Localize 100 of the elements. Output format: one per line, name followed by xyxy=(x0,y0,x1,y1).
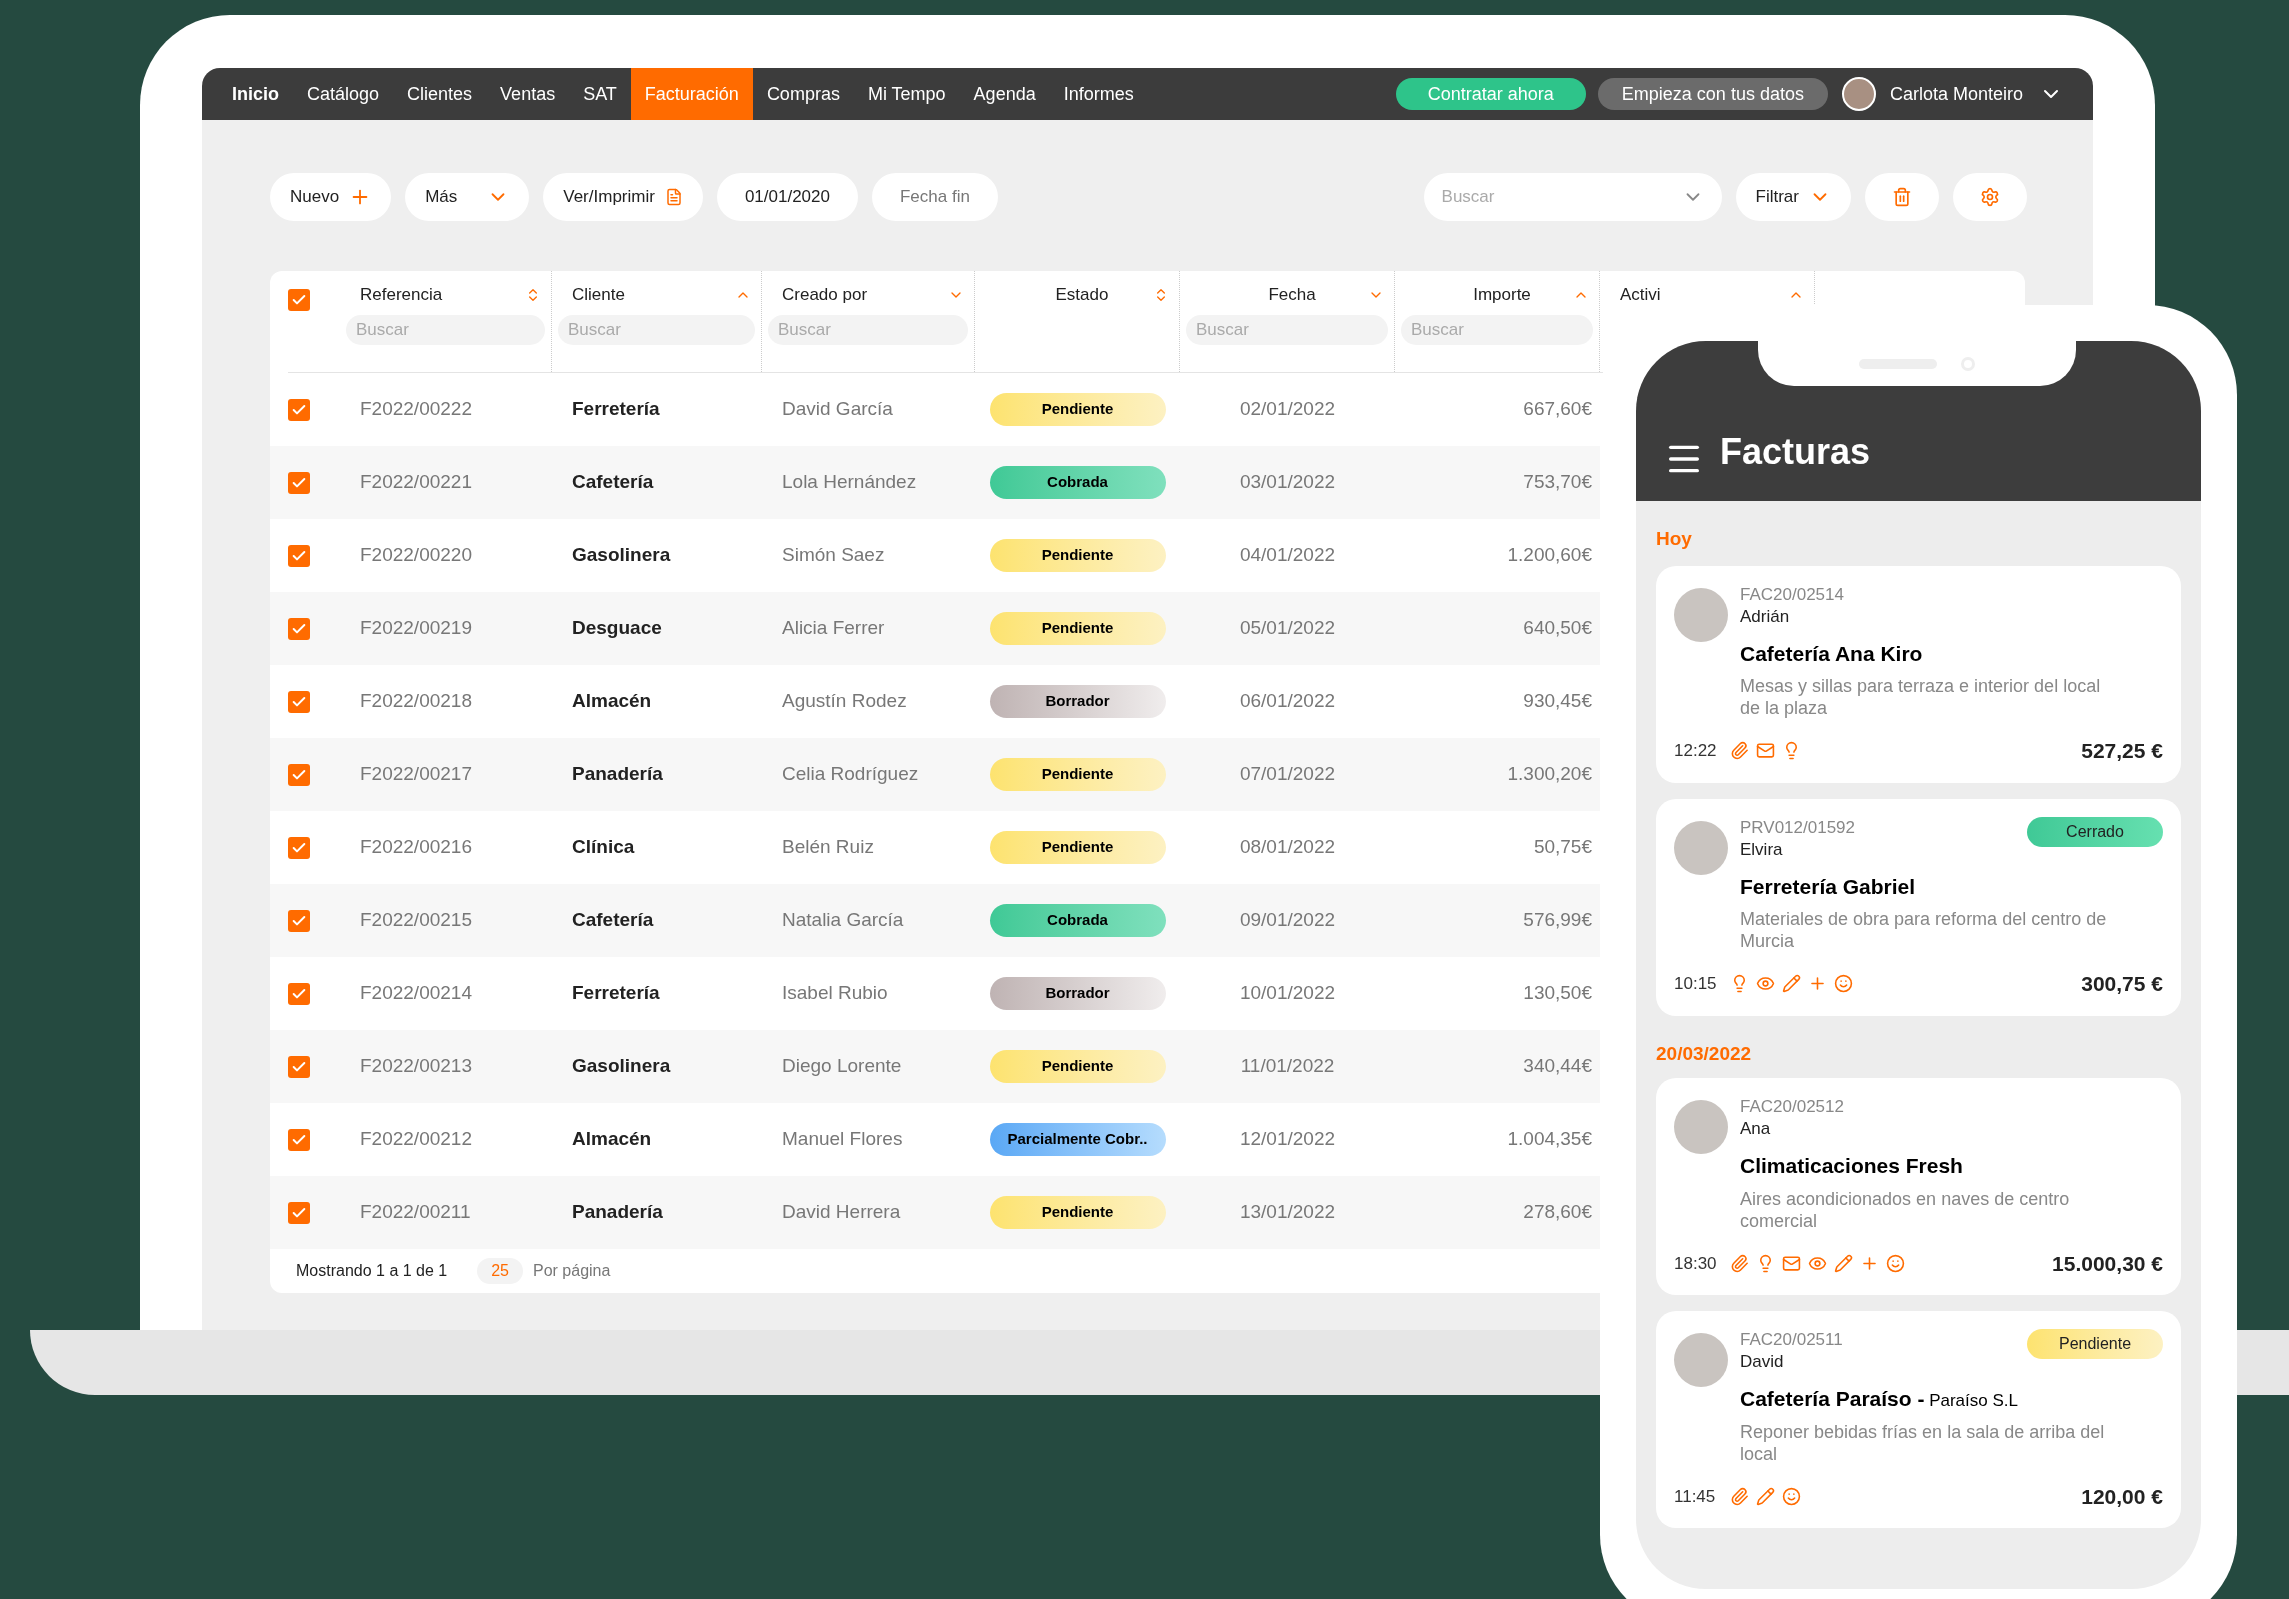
status-badge: Pendiente xyxy=(989,831,1166,864)
table-cell-text: 1.300,20€ xyxy=(1506,762,1592,787)
column-header: Fecha xyxy=(1268,284,1316,307)
avatar xyxy=(1674,820,1728,875)
invoice-number: FAC20/02512 xyxy=(1740,1096,1844,1118)
card-title: Climaticaciones Fresh xyxy=(1740,1153,1964,1179)
table-cell-text: 1.004,35€ xyxy=(1506,1127,1592,1152)
column-header: Referencia xyxy=(360,284,443,307)
table-cell-text: F2022/00219 xyxy=(360,616,473,641)
table-cell-text: Ferretería xyxy=(572,397,661,422)
pencil-icon[interactable] xyxy=(1834,1253,1853,1273)
checkbox[interactable] xyxy=(288,690,310,713)
paperclip-icon[interactable] xyxy=(1730,1253,1749,1273)
mail-icon[interactable] xyxy=(1782,1253,1801,1273)
card-amount: 300,75 € xyxy=(2081,971,2163,997)
user-name[interactable]: Carlota Monteiro xyxy=(1889,80,2023,108)
card-time: 18:30 xyxy=(1674,1252,1718,1275)
status-badge: Pendiente xyxy=(2027,1329,2163,1359)
person-name: Adrián xyxy=(1740,605,1791,628)
table-cell-text: Clínica xyxy=(572,835,636,860)
nav-tab[interactable]: Catálogo xyxy=(293,68,394,120)
card-description: Mesas y sillas para terraza e interior del local de la plaza xyxy=(1740,675,2102,719)
checkbox[interactable] xyxy=(288,544,310,567)
filter-button[interactable]: Filtrar xyxy=(1735,173,1851,221)
invoice-card[interactable]: PRV012/01592 Elvira Cerrado Ferretería Gabriel Materiales de obra para reforma del centro de Murcia 10:15 300,75 € xyxy=(1656,798,2181,1016)
invoice-card[interactable]: FAC20/02511 David Pendiente Cafetería Paraíso - Paraíso S.L Reponer bebidas frías en la sala de arriba del local 11:45 120,00 € xyxy=(1656,1311,2181,1528)
table-cell-text: F2022/00214 xyxy=(360,981,473,1006)
table-cell-text: 1.200,60€ xyxy=(1506,543,1592,568)
status-badge: Cerrado xyxy=(2027,816,2163,847)
invoice-card[interactable]: FAC20/02512 Ana Climaticaciones Fresh Aires acondicionados en naves de centro comercial 18:30 15.000,30 € xyxy=(1656,1078,2181,1295)
nav-tab[interactable]: Inicio xyxy=(218,68,293,120)
paperclip-icon[interactable] xyxy=(1730,1486,1749,1506)
table-cell-text: F2022/00216 xyxy=(360,835,473,860)
start-date-field[interactable]: 01/01/2020 xyxy=(716,173,858,221)
pencil-icon[interactable] xyxy=(1782,974,1801,994)
table-cell-text: 07/01/2022 xyxy=(1238,762,1337,787)
status-badge: Pendiente xyxy=(989,758,1166,791)
status-badge: Cobrada xyxy=(989,904,1166,937)
table-cell-text: Almacén xyxy=(572,689,653,714)
checkbox[interactable] xyxy=(288,1055,310,1078)
card-title: Ferretería Gabriel xyxy=(1740,873,1917,900)
table-cell-text: Gasolinera xyxy=(572,543,672,568)
nav-tab[interactable]: Informes xyxy=(1049,68,1148,120)
checkbox[interactable] xyxy=(288,289,310,311)
table-cell-text: 02/01/2022 xyxy=(1238,397,1337,422)
column-header: Importe xyxy=(1473,284,1531,307)
pagination-summary: Mostrando 1 a 1 de 1 xyxy=(296,1261,448,1281)
user-avatar[interactable] xyxy=(1841,77,1876,111)
nav-tab[interactable]: Agenda xyxy=(959,68,1050,120)
card-amount: 527,25 € xyxy=(2081,738,2163,764)
pencil-icon[interactable] xyxy=(1756,1486,1775,1506)
table-cell-text: Cafetería xyxy=(572,908,655,933)
table-cell-text: F2022/00212 xyxy=(360,1127,473,1152)
card-amount: 120,00 € xyxy=(2081,1483,2163,1510)
status-badge: Pendiente xyxy=(989,539,1166,572)
checkbox[interactable] xyxy=(288,1128,310,1151)
checkbox[interactable] xyxy=(288,617,310,640)
nav-tab[interactable]: Compras xyxy=(752,68,854,120)
smile-icon[interactable] xyxy=(1834,974,1853,994)
status-badge: Pendiente xyxy=(989,393,1166,426)
document-icon xyxy=(664,188,683,206)
card-description: Aires acondicionados en naves de centro comercial xyxy=(1740,1187,2071,1232)
person-name: Elvira xyxy=(1740,838,1784,861)
table-cell-text: Manuel Flores xyxy=(782,1127,904,1152)
checkbox[interactable] xyxy=(288,909,310,932)
more-button[interactable]: Más xyxy=(405,173,530,221)
checkbox[interactable] xyxy=(288,1201,310,1224)
checkbox[interactable] xyxy=(288,836,310,859)
start-with-data-button[interactable]: Empieza con tus datos xyxy=(1597,78,1828,110)
nav-tab[interactable]: Ventas xyxy=(486,68,570,120)
checkbox[interactable] xyxy=(288,982,310,1005)
status-badge: Cobrada xyxy=(989,466,1166,499)
settings-icon[interactable] xyxy=(1953,173,2027,221)
new-button[interactable]: Nuevo xyxy=(270,173,392,221)
smile-icon[interactable] xyxy=(1782,1486,1801,1506)
table-cell-text: 576,99€ xyxy=(1522,908,1592,933)
checkbox[interactable] xyxy=(288,471,310,494)
table-cell-text: 930,45€ xyxy=(1522,689,1592,714)
table-cell-text: 05/01/2022 xyxy=(1238,616,1337,641)
nav-tab[interactable]: Mi Tempo xyxy=(853,68,960,120)
table-cell-text: David García xyxy=(782,397,894,422)
invoice-number: PRV012/01592 xyxy=(1740,816,1855,839)
checkbox[interactable] xyxy=(288,763,310,786)
table-cell-text: 13/01/2022 xyxy=(1238,1200,1337,1225)
trash-icon[interactable] xyxy=(1865,173,1939,221)
table-cell-text: 130,50€ xyxy=(1522,981,1592,1006)
table-cell-text: Celia Rodríguez xyxy=(782,762,920,787)
table-cell-text: Agustín Rodez xyxy=(782,689,908,714)
smile-icon[interactable] xyxy=(1886,1253,1905,1273)
nav-tab[interactable]: Clientes xyxy=(393,68,487,120)
paperclip-icon[interactable] xyxy=(1730,741,1749,761)
table-cell-text: Simón Saez xyxy=(782,543,886,568)
invoice-card[interactable]: FAC20/02514 Adrián Cafetería Ana Kiro Mesas y sillas para terraza e interior del local de la plaza 12:22 527,25 € xyxy=(1656,565,2181,783)
nav-tab[interactable]: SAT xyxy=(569,68,631,120)
avatar xyxy=(1674,1333,1728,1387)
table-cell-text: Cafetería xyxy=(572,470,655,495)
mail-icon[interactable] xyxy=(1756,741,1775,761)
checkbox[interactable] xyxy=(288,398,310,421)
print-button[interactable]: Ver/Imprimir xyxy=(543,173,703,221)
end-date-field[interactable]: Fecha fin xyxy=(872,173,998,221)
